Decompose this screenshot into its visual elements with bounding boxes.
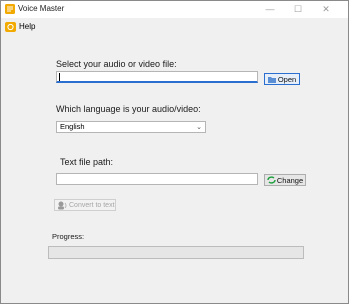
chevron-down-icon: ⌄	[196, 124, 202, 131]
file-select-label: Select your audio or video file:	[56, 59, 177, 69]
window-title: Voice Master	[18, 4, 65, 13]
maximize-button[interactable]: ☐	[284, 1, 312, 18]
progress-bar	[48, 246, 304, 259]
text-path-label: Text file path:	[60, 157, 114, 167]
open-button[interactable]: Open	[264, 73, 300, 85]
menu-help[interactable]: Help	[5, 20, 35, 33]
change-button-label: Change	[276, 175, 304, 185]
audio-file-input[interactable]	[56, 71, 258, 83]
app-icon	[5, 4, 15, 14]
convert-to-text-button[interactable]: Convert to text	[54, 199, 116, 211]
language-label: Which language is your audio/video:	[56, 104, 201, 114]
help-menu-icon	[5, 21, 16, 32]
speaker-icon	[58, 201, 67, 210]
app-window: Voice Master — ☐ ✕ Help Select your audi…	[0, 0, 349, 304]
convert-button-label: Convert to text	[69, 201, 115, 209]
progress-label: Progress:	[52, 232, 85, 241]
minimize-button[interactable]: —	[256, 1, 284, 18]
text-file-path-input[interactable]	[56, 173, 258, 185]
close-button[interactable]: ✕	[312, 1, 340, 18]
language-selected-value: English	[60, 122, 85, 131]
title-bar[interactable]: Voice Master — ☐ ✕	[1, 1, 348, 18]
language-select[interactable]: English ⌄	[56, 121, 206, 133]
text-caret	[59, 73, 60, 81]
menu-bar: Help	[1, 18, 348, 35]
menu-help-label: Help	[19, 22, 36, 31]
change-button[interactable]: Change	[264, 174, 306, 186]
change-icon	[267, 176, 276, 184]
open-icon	[267, 76, 276, 83]
open-button-label: Open	[277, 74, 297, 84]
